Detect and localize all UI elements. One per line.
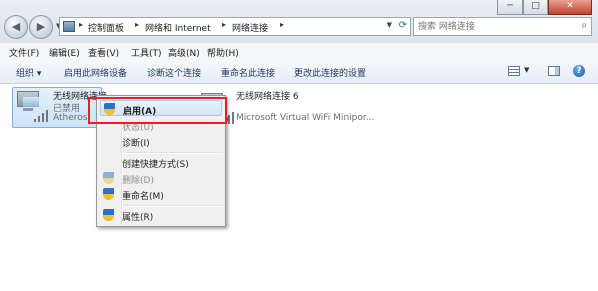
forward-button[interactable]: ▶	[29, 15, 53, 39]
address-dropdown-icon[interactable]: ▼	[387, 21, 392, 29]
refresh-icon[interactable]: ⟳	[399, 20, 407, 31]
search-input[interactable]	[418, 20, 568, 33]
breadcrumb-separator-icon[interactable]: ▸	[79, 20, 83, 29]
help-icon[interactable]: ?	[573, 65, 585, 77]
connection-name[interactable]: 无线网络连接 6	[236, 89, 299, 102]
menu-item-properties[interactable]: 属性(R)	[100, 207, 222, 223]
maximize-button[interactable]: □	[523, 0, 548, 15]
breadcrumb-separator-icon[interactable]: ▸	[222, 20, 226, 29]
organize-button[interactable]: 组织 ▾	[16, 66, 41, 79]
enable-device-button[interactable]: 启用此网络设备	[64, 66, 127, 79]
rename-connection-button[interactable]: 重命名此连接	[221, 66, 275, 79]
menu-help[interactable]: 帮助(H)	[207, 46, 239, 59]
uac-shield-icon	[103, 209, 114, 221]
address-field[interactable]: ▸ 控制面板 ▸ 网络和 Internet ▸ 网络连接 ▸ ▼ ⟳	[59, 17, 411, 36]
menu-view[interactable]: 查看(V)	[88, 46, 119, 59]
diagnose-connection-button[interactable]: 诊断这个连接	[147, 66, 201, 79]
preview-pane-icon[interactable]	[548, 66, 560, 76]
minimize-button[interactable]: ─	[497, 0, 523, 15]
change-view-icon[interactable]	[508, 66, 520, 76]
command-bar: 组织 ▾ 启用此网络设备 诊断这个连接 重命名此连接 更改此连接的设置 ▼ ?	[0, 60, 598, 84]
menu-edit[interactable]: 编辑(E)	[49, 46, 80, 59]
uac-shield-icon	[103, 172, 114, 184]
highlight-annotation-box	[88, 97, 227, 124]
menu-item-label: 创建快捷方式(S)	[122, 160, 189, 170]
menu-advanced[interactable]: 高级(N)	[168, 46, 200, 59]
address-bar: ─ □ ✕ ◀ ▶ ▼ ▸ 控制面板 ▸ 网络和 Internet ▸ 网络连接…	[0, 0, 598, 43]
menu-item-rename[interactable]: 重命名(M)	[100, 186, 222, 202]
breadcrumb-separator-icon[interactable]: ▸	[135, 20, 139, 29]
menu-item-diagnose[interactable]: 诊断(I)	[100, 133, 222, 149]
forward-arrow-icon: ▶	[36, 20, 46, 33]
breadcrumb-network-internet[interactable]: 网络和 Internet	[145, 21, 211, 34]
menu-item-delete[interactable]: 删除(D)	[100, 170, 222, 186]
search-box[interactable]: ⌕	[413, 17, 592, 36]
view-dropdown-icon[interactable]: ▼	[524, 66, 529, 74]
back-button[interactable]: ◀	[4, 15, 28, 39]
breadcrumb-network-connections[interactable]: 网络连接	[232, 21, 268, 34]
menu-tools[interactable]: 工具(T)	[131, 46, 162, 59]
uac-shield-icon	[103, 188, 114, 200]
signal-bars-icon	[34, 110, 50, 122]
menu-bar: 文件(F) 编辑(E) 查看(V) 工具(T) 高级(N) 帮助(H)	[0, 43, 598, 61]
menu-item-create-shortcut[interactable]: 创建快捷方式(S)	[100, 154, 222, 170]
menu-item-label: 删除(D)	[122, 176, 154, 186]
close-button[interactable]: ✕	[548, 0, 592, 15]
menu-item-label: 属性(R)	[122, 213, 154, 223]
breadcrumb-control-panel[interactable]: 控制面板	[88, 21, 124, 34]
menu-item-label: 重命名(M)	[122, 192, 164, 202]
connection-adapter: Microsoft Virtual WiFi Minipor...	[236, 113, 375, 123]
connection-adapter: Atheros	[53, 113, 88, 123]
back-arrow-icon: ◀	[11, 20, 21, 33]
menu-item-label: 诊断(I)	[122, 139, 150, 149]
breadcrumb-separator-icon[interactable]: ▸	[280, 20, 284, 29]
control-panel-icon	[63, 21, 75, 32]
change-settings-button[interactable]: 更改此连接的设置	[294, 66, 366, 79]
search-icon[interactable]: ⌕	[581, 20, 587, 31]
menu-file[interactable]: 文件(F)	[9, 46, 39, 59]
